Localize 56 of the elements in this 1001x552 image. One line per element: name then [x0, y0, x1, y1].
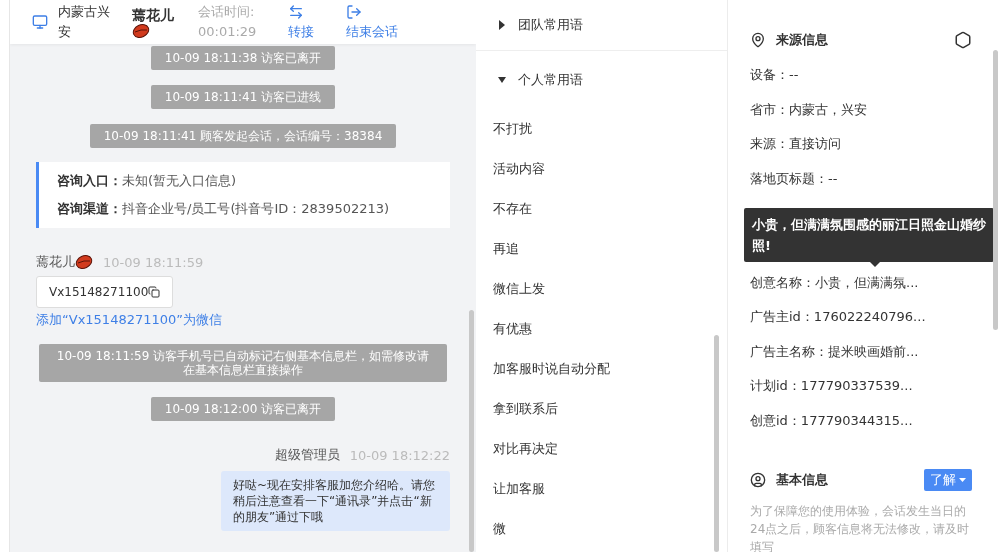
- info-row-text: 咨询渠道：抖音企业号/员工号(抖音号ID：2839502213): [57, 200, 391, 218]
- lips-icon: [75, 255, 93, 269]
- copy-icon[interactable]: [148, 286, 161, 298]
- system-message: 10-09 18:11:38 访客已离开: [150, 46, 336, 70]
- info-row-text: 创意id：177790344315...: [750, 412, 914, 431]
- add-wechat-link[interactable]: 添加“Vx15148271100”为微信: [36, 311, 450, 329]
- phrase-item[interactable]: 加客服时说自动分配: [476, 349, 727, 389]
- message-bubble: 好哒~现在安排客服加您介绍哈。请您稍后注意查看一下“通讯录”并点击“新的朋友”通过下哦: [221, 471, 450, 531]
- info-row-text: 落地页标题：--: [750, 170, 839, 189]
- transfer-button[interactable]: 转接: [288, 3, 314, 41]
- phrase-group[interactable]: 个人常用语: [476, 51, 727, 109]
- phrase-item[interactable]: 有优惠: [476, 309, 727, 349]
- user-icon: [750, 472, 766, 489]
- monitor-icon: [32, 14, 48, 30]
- info-row-text: 广告主id：176022240796...: [750, 308, 927, 327]
- location-pin-icon: [750, 32, 766, 48]
- phrase-item[interactable]: 不存在: [476, 189, 727, 229]
- info-row-text: 广告主名称：提米映画婚前...: [750, 342, 920, 361]
- lips-icon: [132, 24, 150, 38]
- info-row-text: 来源：直接访问: [750, 135, 842, 154]
- visitor-location: 内蒙古兴安: [58, 3, 111, 41]
- tooltip-pointer-icon: [870, 262, 880, 267]
- session-time: 会话时间: 00:01:29: [198, 3, 258, 41]
- phrase-item[interactable]: 微信上发: [476, 269, 727, 309]
- phrase-item[interactable]: 活动内容: [476, 149, 727, 189]
- system-message: 10-09 18:11:59 访客手机号已自动标记右侧基本信息栏，如需修改请在基本信息栏直接操作: [39, 344, 447, 382]
- phrase-item[interactable]: 微: [476, 509, 727, 549]
- caret-down-icon: [959, 477, 966, 483]
- swap-icon: [288, 3, 304, 20]
- visitor-name: 蔫花儿: [132, 6, 174, 24]
- info-row-text: 计划id：177790337539...: [750, 377, 914, 396]
- message-time: 10-09 18:11:59: [103, 254, 204, 270]
- sender-name: 蔫花儿: [36, 253, 93, 271]
- section-title: 来源信息: [776, 31, 828, 49]
- scrollbar[interactable]: [469, 310, 474, 552]
- info-row-text: 创意名称：小贵，但满满氛...: [750, 273, 920, 292]
- system-message: 10-09 18:11:41 访客已进线: [150, 85, 336, 109]
- phrase-item[interactable]: 让加客服: [476, 469, 727, 509]
- phrase-item[interactable]: 不打扰: [476, 109, 727, 149]
- message-time: 10-09 18:12:22: [349, 447, 450, 463]
- info-row-text: 省市：内蒙古，兴安: [750, 100, 868, 119]
- sender-name: 超级管理员: [274, 446, 340, 464]
- phrase-group[interactable]: 团队常用语: [476, 0, 727, 51]
- scrollbar[interactable]: [993, 50, 998, 330]
- system-message: 10-09 18:12:00 访客已离开: [150, 397, 336, 421]
- message-bubble: Vx15148271100: [36, 276, 174, 308]
- info-row-text: 咨询入口：未知(暂无入口信息): [57, 172, 238, 190]
- end-session-button[interactable]: 结束会话: [346, 3, 398, 41]
- scrollbar[interactable]: [714, 335, 719, 552]
- phrase-item[interactable]: 再追: [476, 229, 727, 269]
- system-message: 10-09 18:11:41 顾客发起会话，会话编号：38384: [89, 124, 397, 148]
- phrase-item[interactable]: 对比再决定: [476, 429, 727, 469]
- info-row-text: 设备：--: [750, 66, 800, 85]
- logout-icon: [346, 3, 362, 20]
- section-title: 基本信息: [776, 471, 828, 490]
- phrase-item[interactable]: 拿到联系后: [476, 389, 727, 429]
